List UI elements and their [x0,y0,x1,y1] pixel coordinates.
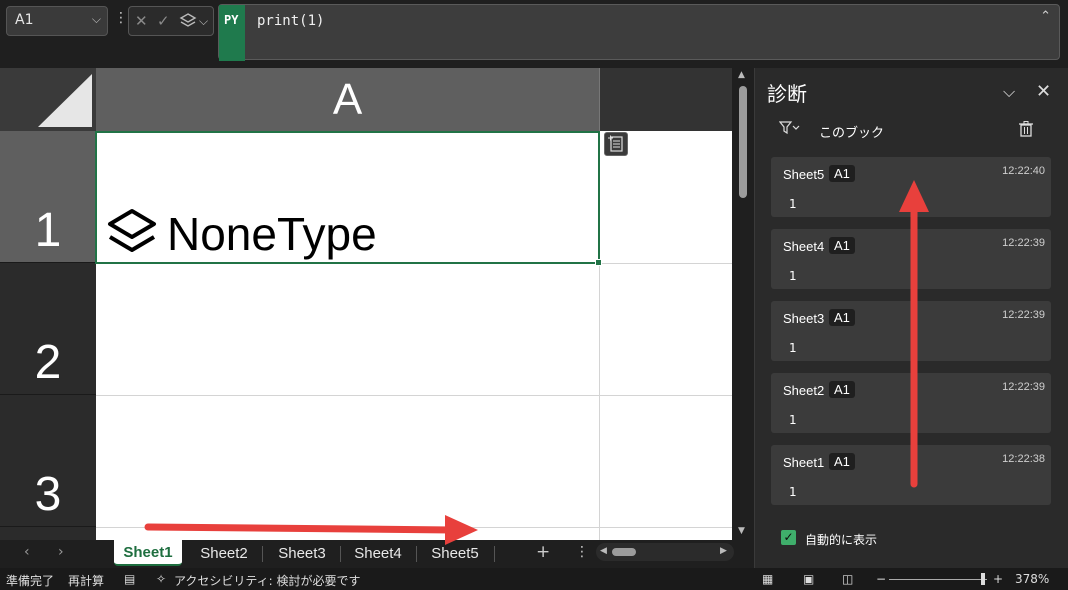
formula-bar: A1 ⌵ ⋮ ✕ ✓ ⌵ PY print(1) ⌃ [0,0,1068,68]
page-break-preview-icon[interactable]: ◫ [842,572,853,586]
panel-title: 診断 [767,82,807,106]
formula-type-icon[interactable] [179,12,197,34]
zoom-slider-thumb[interactable] [981,573,985,585]
cell-a1[interactable]: NoneType [95,131,600,264]
entry-time: 12:22:39 [1002,309,1045,321]
row-header-2[interactable]: 2 [0,263,96,395]
column-header-b[interactable] [600,68,732,131]
sheet-tab-sheet1[interactable]: Sheet1 [114,540,182,566]
entry-time: 12:22:39 [1002,381,1045,393]
close-icon[interactable]: ✕ [1036,81,1051,102]
entry-value: 1 [789,341,797,355]
workbook-stats-icon[interactable]: ▤ [124,572,135,586]
diagnostic-entry[interactable]: Sheet3 A1 12:22:39 1 [771,301,1051,361]
sheet-tab-sheet4[interactable]: Sheet4 [344,540,412,566]
scroll-down-icon[interactable]: ▼ [738,526,745,536]
worksheet-grid: A 1 2 3 NoneType [0,68,732,540]
diagnostic-entry[interactable]: Sheet1 A1 12:22:38 1 [771,445,1051,505]
tab-divider [494,546,495,562]
diagnostic-entry[interactable]: Sheet2 A1 12:22:39 1 [771,373,1051,433]
entry-time: 12:22:39 [1002,237,1045,249]
vertical-scroll-thumb[interactable] [739,86,747,198]
entry-cell[interactable]: A1 [829,165,855,182]
scroll-left-icon[interactable]: ◀ [600,546,607,556]
collapse-formula-icon[interactable]: ⌃ [1040,9,1051,24]
formula-controls: ✕ ✓ ⌵ [128,6,214,36]
entry-value: 1 [789,485,797,499]
entry-sheet: Sheet4 [783,239,825,254]
more-options-icon[interactable]: ⋮ [114,10,128,26]
entry-sheet: Sheet5 [783,167,825,182]
entry-time: 12:22:40 [1002,165,1045,177]
entry-value: 1 [789,413,797,427]
status-ready: 準備完了 [6,574,55,588]
auto-show-checkbox[interactable]: ✓ [781,530,796,545]
entry-cell[interactable]: A1 [829,381,855,398]
zoom-slider[interactable] [889,579,987,580]
row-header-1[interactable]: 1 [0,131,96,263]
zoom-level[interactable]: 378% [1015,572,1049,586]
filter-icon[interactable] [778,121,803,139]
normal-view-icon[interactable]: ▦ [762,572,773,586]
horizontal-scroll-thumb[interactable] [612,548,636,556]
entry-cell[interactable]: A1 [829,309,855,326]
formula-text[interactable]: print(1) [257,13,324,29]
name-box-value: A1 [15,12,34,28]
sheet-tab-sheet5[interactable]: Sheet5 [421,540,489,566]
chevron-down-icon[interactable]: ⌵ [1003,82,1015,102]
row-header-3[interactable]: 3 [0,395,96,527]
cell-area[interactable]: NoneType [95,131,732,540]
chevron-right-icon[interactable]: › [58,544,64,560]
zoom-out-icon[interactable]: − [876,572,886,586]
entry-cell[interactable]: A1 [829,453,855,470]
status-recalc[interactable]: 再計算 [68,572,104,589]
tab-divider [262,546,263,562]
row-divider [96,395,732,396]
chevron-down-icon[interactable]: ⌵ [199,14,208,29]
trash-icon[interactable] [1019,121,1033,137]
entry-value: 1 [789,197,797,211]
entry-sheet: Sheet3 [783,311,825,326]
cancel-icon[interactable]: ✕ [135,12,148,30]
scroll-right-icon[interactable]: ▶ [720,546,727,556]
page-layout-icon[interactable]: ▣ [803,572,814,586]
cell-a1-value: NoneType [167,208,377,260]
entry-value: 1 [789,269,797,283]
row-divider [96,527,732,528]
entry-cell[interactable]: A1 [829,237,855,254]
tab-divider [340,546,341,562]
select-all-corner[interactable] [0,68,96,131]
name-box[interactable]: A1 ⌵ [6,6,108,36]
add-sheet-icon[interactable]: + [536,542,550,562]
tab-divider [416,546,417,562]
accessibility-icon[interactable]: ✧ [156,572,166,586]
zoom-in-icon[interactable]: + [993,572,1003,586]
python-badge: PY [219,5,245,61]
auto-show-label[interactable]: 自動的に表示 [805,531,877,548]
chevron-left-icon[interactable]: ‹ [24,544,30,560]
diagnostic-entry[interactable]: Sheet5 A1 12:22:40 1 [771,157,1051,217]
enter-check-icon[interactable]: ✓ [157,12,170,30]
python-object-card-icon[interactable] [105,205,159,261]
insert-data-button[interactable] [604,132,628,156]
entry-sheet: Sheet2 [783,383,825,398]
filter-label[interactable]: このブック [819,122,884,141]
entry-time: 12:22:38 [1002,453,1045,465]
status-bar: 準備完了 再計算 ▤ ✧ アクセシビリティ: 検討が必要です ▦ ▣ ◫ − +… [0,568,1068,590]
diagnostic-entry[interactable]: Sheet4 A1 12:22:39 1 [771,229,1051,289]
entry-sheet: Sheet1 [783,455,825,470]
chevron-down-icon[interactable]: ⌵ [92,12,101,27]
status-accessibility[interactable]: アクセシビリティ: 検討が必要です [174,572,361,589]
more-options-icon[interactable]: ⋮ [575,544,589,560]
sheet-tab-sheet3[interactable]: Sheet3 [268,540,336,566]
formula-input[interactable]: PY print(1) ⌃ [218,4,1060,61]
diagnostics-panel: 診断 ⌵ ✕ このブック Sheet5 A1 12:22:40 1 Sheet4… [754,68,1068,568]
sheet-tab-sheet2[interactable]: Sheet2 [190,540,258,566]
vertical-scrollbar[interactable]: ▲ ▼ [734,68,752,540]
column-header-a[interactable]: A [96,68,600,131]
horizontal-scrollbar[interactable]: ◀ ▶ [596,543,734,561]
scroll-up-icon[interactable]: ▲ [738,70,745,80]
fill-handle[interactable] [595,259,602,266]
sheet-tab-bar: ‹ › Sheet1 Sheet2 Sheet3 Sheet4 Sheet5 +… [0,540,752,568]
